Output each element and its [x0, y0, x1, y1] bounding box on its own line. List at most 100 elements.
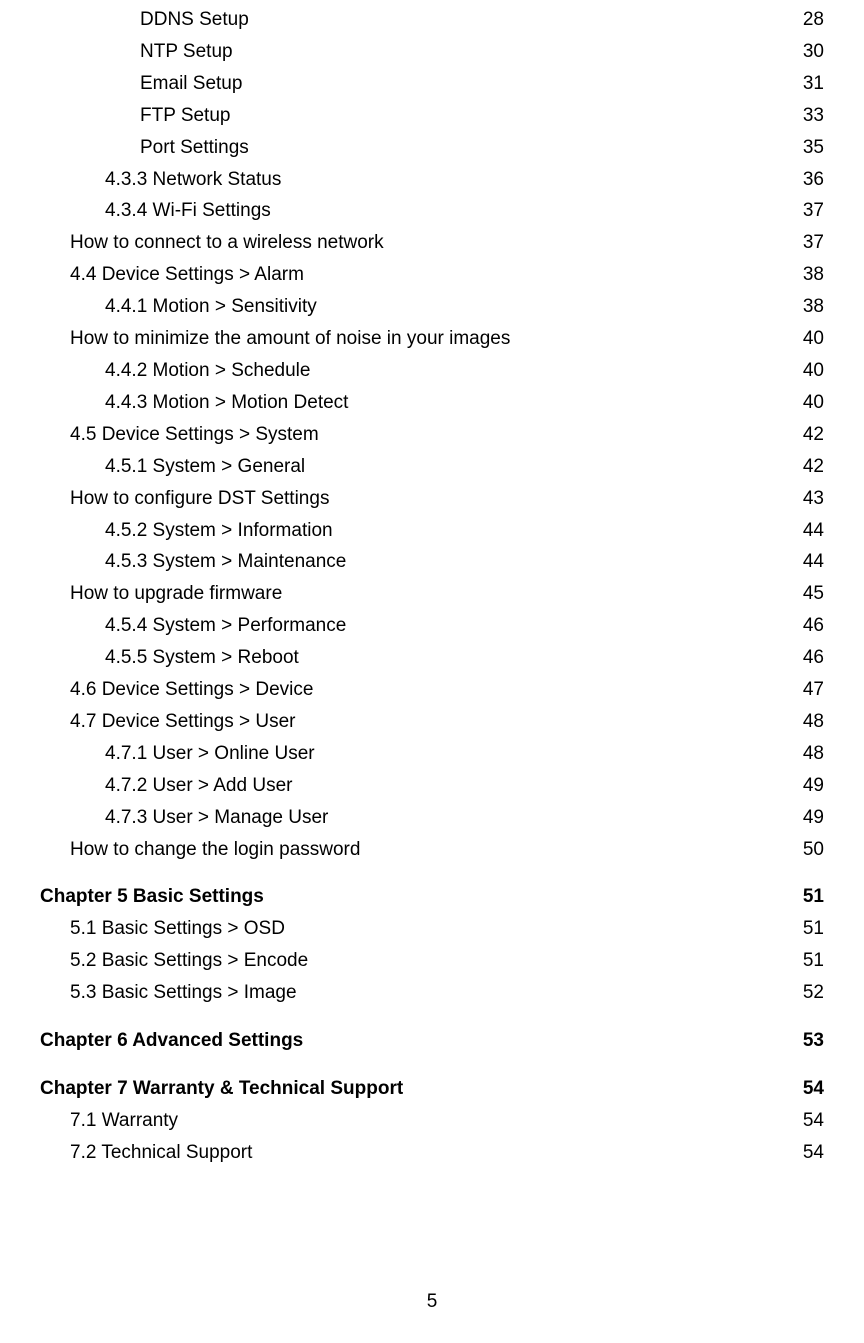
- toc-entry[interactable]: How to connect to a wireless network 37: [40, 227, 824, 259]
- toc-entry[interactable]: 4.4.2 Motion > Schedule40: [40, 355, 824, 387]
- toc-entry[interactable]: 4.4 Device Settings > Alarm 38: [40, 259, 824, 291]
- toc-entry-page: 54: [803, 1073, 824, 1105]
- toc-entry-page: 38: [803, 259, 824, 291]
- toc-entry-label: 4.4.1 Motion > Sensitivity: [105, 291, 317, 323]
- toc-entry-label: How to configure DST Settings: [70, 483, 329, 515]
- toc-entry-page: 43: [803, 483, 824, 515]
- toc-entry[interactable]: Chapter 5 Basic Settings 51: [40, 881, 824, 913]
- toc-entry[interactable]: 4.5.4 System > Performance 46: [40, 610, 824, 642]
- toc-entry-page: 28: [803, 4, 824, 36]
- toc-entry-page: 50: [803, 834, 824, 866]
- toc-entry[interactable]: NTP Setup 30: [40, 36, 824, 68]
- toc-entry-page: 54: [803, 1105, 824, 1137]
- toc-entry-label: Email Setup: [140, 68, 242, 100]
- toc-entry-label: 4.5.3 System > Maintenance: [105, 546, 346, 578]
- toc-entry[interactable]: Email Setup 31: [40, 68, 824, 100]
- toc-entry-page: 40: [803, 387, 824, 419]
- toc-entry-page: 46: [803, 610, 824, 642]
- toc-entry-page: 31: [803, 68, 824, 100]
- toc-entry-label: Port Settings: [140, 132, 249, 164]
- toc-entry[interactable]: Port Settings 35: [40, 132, 824, 164]
- toc-entry-label: Chapter 6 Advanced Settings: [40, 1025, 303, 1057]
- toc-entry-page: 54: [803, 1137, 824, 1169]
- toc-entry[interactable]: 4.7.3 User > Manage User 49: [40, 802, 824, 834]
- toc-entry-label: 4.5.5 System > Reboot: [105, 642, 299, 674]
- toc-entry[interactable]: 4.7 Device Settings > User 48: [40, 706, 824, 738]
- toc-entry[interactable]: How to minimize the amount of noise in y…: [40, 323, 824, 355]
- toc-entry[interactable]: 5.3 Basic Settings > Image52: [40, 977, 824, 1009]
- toc-entry-label: How to change the login password: [70, 834, 360, 866]
- toc-entry-page: 49: [803, 770, 824, 802]
- toc-entry-label: 4.6 Device Settings > Device: [70, 674, 313, 706]
- toc-entry-label: 4.3.4 Wi-Fi Settings: [105, 195, 271, 227]
- toc-entry-label: 4.7.2 User > Add User: [105, 770, 292, 802]
- toc-entry-page: 51: [803, 913, 824, 945]
- toc-entry-label: 4.4.2 Motion > Schedule: [105, 355, 310, 387]
- toc-entry-page: 42: [803, 451, 824, 483]
- toc-entry[interactable]: 4.5.2 System > Information44: [40, 515, 824, 547]
- toc-entry-page: 48: [803, 706, 824, 738]
- toc-entry[interactable]: How to configure DST Settings 43: [40, 483, 824, 515]
- toc-entry-page: 35: [803, 132, 824, 164]
- toc-entry-label: NTP Setup: [140, 36, 233, 68]
- toc-entry-page: 37: [803, 227, 824, 259]
- toc-entry-label: 7.1 Warranty: [70, 1105, 178, 1137]
- toc-entry-page: 38: [803, 291, 824, 323]
- toc-entry-page: 45: [803, 578, 824, 610]
- toc-entry[interactable]: 7.2 Technical Support 54: [40, 1137, 824, 1169]
- toc-entry-label: 4.3.3 Network Status: [105, 164, 281, 196]
- toc-entry-page: 44: [803, 515, 824, 547]
- toc-entry[interactable]: Chapter 6 Advanced Settings 53: [40, 1025, 824, 1057]
- toc-entry-label: FTP Setup: [140, 100, 230, 132]
- page-number: 5: [0, 1291, 864, 1313]
- toc-entry-page: 51: [803, 945, 824, 977]
- toc-entry-label: DDNS Setup: [140, 4, 249, 36]
- toc-entry-label: 4.7.3 User > Manage User: [105, 802, 328, 834]
- toc-entry-page: 49: [803, 802, 824, 834]
- toc-entry-label: 4.4.3 Motion > Motion Detect: [105, 387, 348, 419]
- toc-entry-page: 33: [803, 100, 824, 132]
- toc-entry-label: 4.7.1 User > Online User: [105, 738, 315, 770]
- toc-entry-label: Chapter 7 Warranty & Technical Support: [40, 1073, 403, 1105]
- toc-entry[interactable]: 4.5.3 System > Maintenance 44: [40, 546, 824, 578]
- toc-entry-page: 36: [803, 164, 824, 196]
- toc-entry[interactable]: 4.3.3 Network Status 36: [40, 164, 824, 196]
- toc-entry[interactable]: 4.6 Device Settings > Device 47: [40, 674, 824, 706]
- toc-entry[interactable]: 4.7.2 User > Add User 49: [40, 770, 824, 802]
- toc-entry-page: 53: [803, 1025, 824, 1057]
- toc-entry[interactable]: 4.7.1 User > Online User 48: [40, 738, 824, 770]
- toc-entry-page: 51: [803, 881, 824, 913]
- toc-entry-label: 4.5.4 System > Performance: [105, 610, 346, 642]
- toc-entry-label: 4.5.1 System > General: [105, 451, 305, 483]
- toc-entry-page: 52: [803, 977, 824, 1009]
- toc-entry[interactable]: 5.2 Basic Settings > Encode 51: [40, 945, 824, 977]
- toc-entry-label: 4.7 Device Settings > User: [70, 706, 295, 738]
- toc-entry-label: Chapter 5 Basic Settings: [40, 881, 264, 913]
- toc-entry-page: 30: [803, 36, 824, 68]
- toc-entry-label: How to upgrade firmware: [70, 578, 282, 610]
- toc-entry[interactable]: 4.4.3 Motion > Motion Detect 40: [40, 387, 824, 419]
- toc-entry[interactable]: 5.1 Basic Settings > OSD 51: [40, 913, 824, 945]
- toc-entry-page: 46: [803, 642, 824, 674]
- toc-entry[interactable]: DDNS Setup 28: [40, 4, 824, 36]
- toc-entry[interactable]: How to change the login password 50: [40, 834, 824, 866]
- toc-entry-page: 48: [803, 738, 824, 770]
- toc-entry-page: 44: [803, 546, 824, 578]
- toc-entry-page: 40: [803, 323, 824, 355]
- toc-entry[interactable]: 4.3.4 Wi-Fi Settings37: [40, 195, 824, 227]
- toc-entry[interactable]: How to upgrade firmware 45: [40, 578, 824, 610]
- toc-entry-label: 5.1 Basic Settings > OSD: [70, 913, 285, 945]
- toc-entry[interactable]: Chapter 7 Warranty & Technical Support 54: [40, 1073, 824, 1105]
- toc-entry[interactable]: 4.5.1 System > General 42: [40, 451, 824, 483]
- toc-entry-label: 5.2 Basic Settings > Encode: [70, 945, 308, 977]
- toc-entry[interactable]: 7.1 Warranty 54: [40, 1105, 824, 1137]
- toc-entry-label: 7.2 Technical Support: [70, 1137, 252, 1169]
- toc-entry-label: How to connect to a wireless network: [70, 227, 384, 259]
- toc-entry-page: 47: [803, 674, 824, 706]
- toc-entry-label: How to minimize the amount of noise in y…: [70, 323, 510, 355]
- toc-entry[interactable]: 4.5 Device Settings > System42: [40, 419, 824, 451]
- toc-entry[interactable]: 4.4.1 Motion > Sensitivity 38: [40, 291, 824, 323]
- toc-entry[interactable]: FTP Setup 33: [40, 100, 824, 132]
- toc-entry[interactable]: 4.5.5 System > Reboot 46: [40, 642, 824, 674]
- toc-entry-label: 4.4 Device Settings > Alarm: [70, 259, 304, 291]
